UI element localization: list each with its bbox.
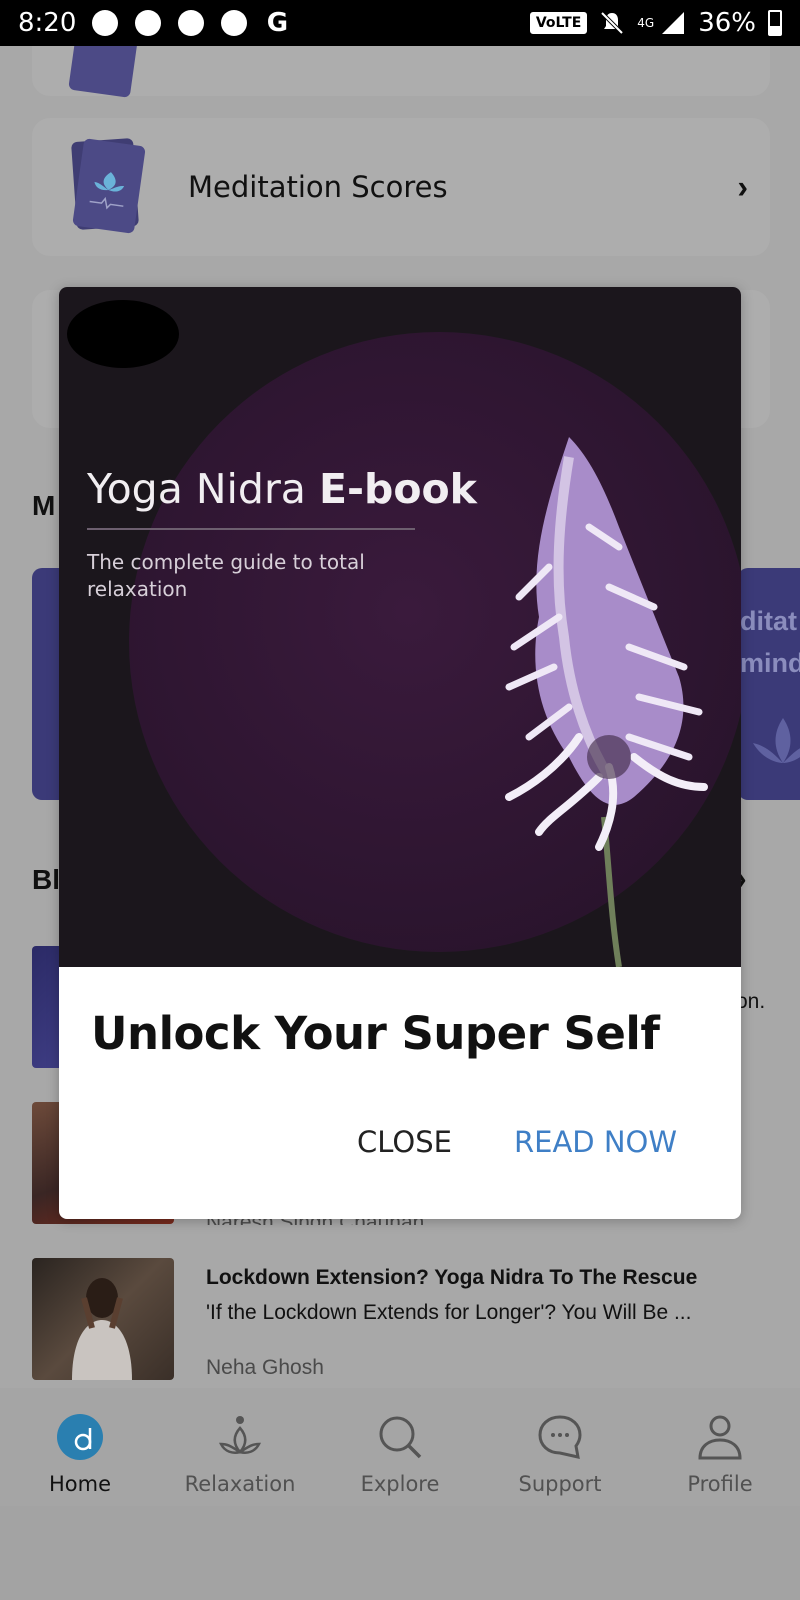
nav-profile-label: Profile xyxy=(687,1472,753,1496)
nav-relaxation-label: Relaxation xyxy=(184,1472,296,1496)
meditation-scores-icon xyxy=(72,138,146,234)
meditation-scores-card[interactable]: Meditation Scores › xyxy=(32,118,770,256)
logo-redaction xyxy=(67,300,179,368)
blog-thumbnail[interactable] xyxy=(32,1258,174,1380)
google-icon: G xyxy=(266,8,289,38)
lotus-icon xyxy=(217,1414,263,1460)
meditation-scores-label: Meditation Scores xyxy=(188,170,448,204)
partial-card[interactable] xyxy=(32,46,770,98)
read-now-button[interactable]: READ NOW xyxy=(514,1125,677,1159)
blog-snippet: 'If the Lockdown Extends for Longer'? Yo… xyxy=(206,1301,692,1324)
bottom-navigation: Home Relaxation Explore Support Profile xyxy=(0,1388,800,1506)
messaging-icon xyxy=(92,10,119,36)
volte-badge: VoLTE xyxy=(529,12,588,34)
section-heading-partial: M xyxy=(32,490,56,521)
nav-explore[interactable]: Explore xyxy=(320,1388,480,1506)
flower-illustration xyxy=(505,437,708,967)
ebook-title-bold: E-book xyxy=(318,465,477,513)
ebook-title-regular: Yoga Nidra xyxy=(87,465,319,513)
blog-author: Neha Ghosh xyxy=(206,1356,324,1379)
home-d-icon xyxy=(57,1414,103,1460)
network-type: 4G xyxy=(637,16,655,30)
ebook-cover-image: Yoga Nidra E-book The complete guide to … xyxy=(59,287,741,967)
title-divider xyxy=(87,528,415,530)
youtube-icon xyxy=(135,10,162,36)
blogs-heading-partial: Bl xyxy=(32,864,60,895)
ebook-subtitle: The complete guide to total relaxation xyxy=(87,550,365,601)
nav-relaxation[interactable]: Relaxation xyxy=(160,1388,320,1506)
chrome-icon xyxy=(178,10,205,36)
dialog-title: Unlock Your Super Self xyxy=(91,1007,660,1060)
signal-icon xyxy=(662,12,685,34)
nav-home-label: Home xyxy=(48,1472,111,1496)
banner-text-line2: mind xyxy=(740,648,800,678)
status-bar: 8:20 G VoLTE 4G 36% xyxy=(0,0,800,46)
search-icon xyxy=(377,1414,423,1460)
card-deck-icon xyxy=(68,46,142,98)
battery-percent: 36% xyxy=(698,8,756,38)
banner-card-right[interactable]: ditat mind xyxy=(738,568,800,800)
clock: 8:20 xyxy=(18,8,77,38)
nav-home[interactable]: Home xyxy=(0,1388,160,1506)
nav-explore-label: Explore xyxy=(360,1472,440,1496)
lotus-icon xyxy=(753,718,800,763)
nav-support-label: Support xyxy=(518,1472,602,1496)
system-nav-area xyxy=(0,1506,800,1600)
banner-text-line1: ditat xyxy=(740,606,797,636)
nav-profile[interactable]: Profile xyxy=(640,1388,800,1506)
blog-title[interactable]: Lockdown Extension? Yoga Nidra To The Re… xyxy=(206,1266,697,1290)
nav-support[interactable]: Support xyxy=(480,1388,640,1506)
chevron-right-icon: › xyxy=(737,168,748,205)
close-button[interactable]: CLOSE xyxy=(357,1125,452,1159)
chat-bubble-icon xyxy=(537,1414,583,1460)
ebook-title: Yoga Nidra E-book xyxy=(87,465,477,513)
promo-dialog: Yoga Nidra E-book The complete guide to … xyxy=(59,287,741,1219)
battery-icon xyxy=(768,10,782,36)
person-icon xyxy=(697,1414,743,1460)
bell-muted-icon xyxy=(600,11,624,35)
chrome-icon xyxy=(221,10,248,36)
